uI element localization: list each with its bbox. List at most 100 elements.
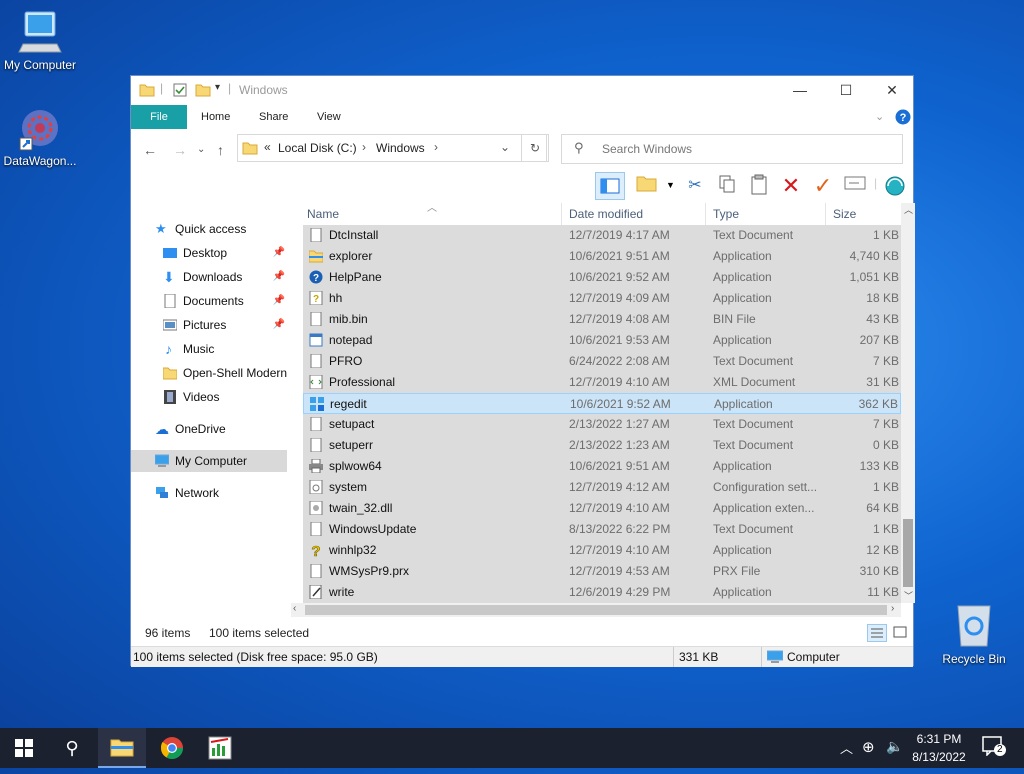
table-row[interactable]: Professional 12/7/2019 4:10 AM XML Documen… [303,372,901,393]
nav-downloads[interactable]: ⬇ Downloads 📌 [131,266,287,288]
rename-icon[interactable] [843,174,867,198]
column-name[interactable]: Name [307,207,339,221]
breadcrumb-separator[interactable]: › [434,140,438,154]
horizontal-scrollbar[interactable]: ‹ › [291,603,901,617]
forward-arrow-icon[interactable]: → [173,142,187,158]
table-row[interactable]: system 12/7/2019 4:12 AM Configuration set… [303,477,901,498]
view-folders-icon[interactable] [635,174,659,198]
start-button[interactable] [0,728,48,768]
table-row[interactable]: twain_32.dll 12/7/2019 4:10 AM Application… [303,498,901,519]
table-row[interactable]: setuperr 2/13/2022 1:23 AM Text Document 0 … [303,435,901,456]
table-row[interactable]: ? winhlp32 12/7/2019 4:10 AM Application 12 … [303,540,901,561]
recent-locations-icon[interactable]: ⌄ [197,144,205,155]
vertical-scrollbar[interactable]: ︿ ﹀ [901,203,915,603]
notifications-button[interactable]: 2 [982,736,1006,760]
table-row[interactable]: write 12/6/2019 4:29 PM Application 11 KB [303,582,901,603]
tab-share[interactable]: Share [251,105,296,129]
maximize-button[interactable]: ☐ [823,76,869,104]
clock-time: 6:31 PM [916,732,962,746]
help-icon[interactable]: ? [895,109,911,125]
paste-icon[interactable] [747,174,771,198]
column-type[interactable]: Type [713,207,739,221]
close-button[interactable]: ✕ [869,76,915,104]
table-row[interactable]: ? HelpPane 10/6/2021 9:52 AM Application 1,0… [303,267,901,288]
pin-icon[interactable]: 📌 [273,242,285,264]
properties-icon[interactable] [173,83,187,97]
open-shell-icon[interactable] [883,174,907,198]
new-folder-icon[interactable] [195,83,211,97]
navigation-pane-icon[interactable] [595,172,625,200]
column-date-modified[interactable]: Date modified [569,207,643,221]
search-button[interactable]: ⚲ [48,728,96,768]
table-row[interactable]: WindowsUpdate 8/13/2022 6:22 PM Text Docum… [303,519,901,540]
breadcrumb-separator[interactable]: › [362,140,366,154]
taskbar-file-explorer[interactable] [98,728,146,768]
pin-icon[interactable]: 📌 [273,314,285,336]
column-size[interactable]: Size [833,207,856,221]
cut-icon[interactable]: ✂ [683,174,707,198]
address-bar[interactable]: « Local Disk (C:) › Windows › ⌄ [237,134,547,162]
nav-videos[interactable]: Videos [131,386,287,408]
nav-music[interactable]: ♪ Music [131,338,287,360]
details-view-button[interactable] [867,624,887,642]
title-bar[interactable]: | ▾ | Windows — ☐ ✕ [131,76,913,104]
breadcrumb-windows[interactable]: Windows [376,141,425,155]
search-box[interactable]: ⚲ Search Windows [561,134,903,164]
minimize-button[interactable]: — [777,76,823,104]
table-row[interactable]: WMSysPr9.prx 12/7/2019 4:53 AM PRX File 310… [303,561,901,582]
customize-quick-access-icon[interactable]: ▾ [215,82,220,93]
table-row[interactable]: PFRO 6/24/2022 2:08 AM Text Document 7 KB [303,351,901,372]
taskbar-app[interactable] [196,728,244,768]
table-row[interactable]: ? hh 12/7/2019 4:09 AM Application 18 KB [303,288,901,309]
vertical-scroll-thumb[interactable] [903,519,913,587]
nav-documents[interactable]: Documents 📌 [131,290,287,312]
table-row[interactable]: splwow64 10/6/2021 9:51 AM Application 133 … [303,456,901,477]
tab-file[interactable]: File [131,105,187,129]
nav-network[interactable]: Network [131,482,287,504]
view-dropdown-icon[interactable]: ▼ [666,180,675,190]
taskbar-chrome[interactable] [148,728,196,768]
table-row[interactable]: notepad 10/6/2021 9:53 AM Application 207 K… [303,330,901,351]
table-row[interactable]: explorer 10/6/2021 9:51 AM Application 4,74… [303,246,901,267]
refresh-button[interactable]: ↻ [521,134,549,162]
nav-pictures[interactable]: Pictures 📌 [131,314,287,336]
clock[interactable]: 6:31 PM 8/13/2022 [906,730,972,766]
nav-my-computer[interactable]: My Computer [131,450,287,472]
address-dropdown-icon[interactable]: ⌄ [500,140,510,154]
table-row[interactable]: mib.bin 12/7/2019 4:08 AM BIN File 43 KB [303,309,901,330]
table-row[interactable]: regedit 10/6/2021 9:52 AM Application 362 K… [303,393,901,414]
nav-onedrive[interactable]: ☁ OneDrive [131,418,287,440]
address-overflow[interactable]: « [264,140,271,154]
tab-home[interactable]: Home [193,105,238,129]
column-divider[interactable] [705,203,706,225]
scroll-up-icon[interactable]: ︿ [904,203,913,216]
desktop-icon-recycle-bin[interactable]: Recycle Bin [934,602,1014,666]
column-divider[interactable] [561,203,562,225]
scroll-right-icon[interactable]: › [891,603,894,614]
volume-icon[interactable]: 🔈 [886,738,903,755]
scroll-down-icon[interactable]: ﹀ [904,589,913,602]
large-icons-view-button[interactable] [891,624,911,642]
nav-quick-access[interactable]: ★ Quick access [131,218,287,240]
pin-icon[interactable]: 📌 [273,266,285,288]
horizontal-scroll-thumb[interactable] [305,605,887,615]
table-row[interactable]: DtcInstall 12/7/2019 4:17 AM Text Document… [303,225,901,246]
nav-desktop[interactable]: Desktop 📌 [131,242,287,264]
column-divider[interactable] [825,203,826,225]
delete-icon[interactable]: ✕ [779,174,803,198]
network-globe-icon[interactable]: ⊕ [862,738,875,756]
table-row[interactable]: setupact 2/13/2022 1:27 AM Text Document 7 … [303,414,901,435]
show-hidden-icons[interactable]: ︿ [840,738,853,757]
scroll-left-icon[interactable]: ‹ [293,603,296,614]
desktop-icon-datawagon[interactable]: DataWagon... [0,106,80,168]
back-arrow-icon[interactable]: ← [143,142,157,158]
nav-open-shell-modern[interactable]: Open-Shell Modern [131,362,287,384]
pin-icon[interactable]: 📌 [273,290,285,312]
copy-icon[interactable] [715,174,739,198]
desktop-icon-my-computer[interactable]: My Computer [0,8,80,72]
properties-check-icon[interactable]: ✓ [811,174,835,198]
breadcrumb-local-disk[interactable]: Local Disk (C:) [278,141,357,155]
up-arrow-icon[interactable]: ↑ [217,142,224,158]
expand-ribbon-icon[interactable]: ⌄ [875,110,884,123]
tab-view[interactable]: View [309,105,349,129]
